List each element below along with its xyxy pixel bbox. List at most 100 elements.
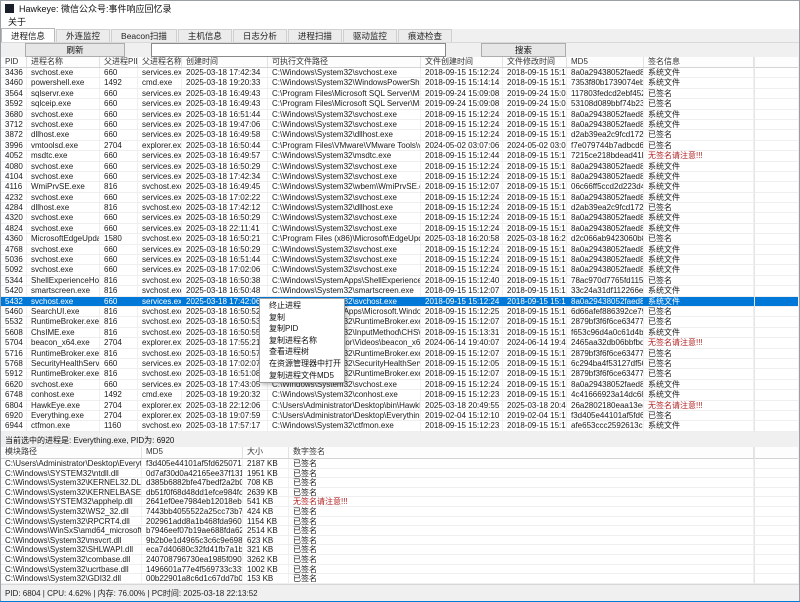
module-cell-sig: 已签名 [289,574,754,583]
table-row[interactable]: 5420smartscreen.exe816svchost.exe2025-03… [1,286,798,296]
cell-path: C:\Program Files (x86)\Microsoft\EdgeUpd… [268,234,421,243]
tab-4[interactable]: 主机信息 [178,29,232,42]
table-row[interactable]: 6748conhost.exe1492cmd.exe2025-03-18 19:… [1,390,798,400]
module-row[interactable]: C:\Windows\WinSxS\amd64_microsoft.window… [1,526,798,536]
table-row[interactable]: 5344ShellExperienceHost.e...816svchost.e… [1,276,798,286]
cell-sig: 已签名 [644,411,754,420]
table-row[interactable]: 6620svchost.exe660services.exe2025-03-18… [1,380,798,390]
table-row[interactable]: 4052msdtc.exe660services.exe2025-03-18 1… [1,151,798,161]
table-row[interactable]: 5608ChsIME.exe816svchost.exe2025-03-18 1… [1,328,798,338]
module-row[interactable]: C:\Windows\System32\msvcrt.dll9b2b0e1d49… [1,536,798,546]
search-button[interactable]: 搜索 [481,43,566,57]
context-menu-item[interactable]: 在资源管理器中打开 [260,358,344,370]
column-header[interactable]: 签名信息 [644,57,754,67]
module-cell-path: C:\Windows\System32\KERNELBASE.dll [1,488,142,497]
module-cell-path: C:\Windows\System32\GDI32.dll [1,574,142,583]
cell-file_created: 2018-09-15 15:12:24 [421,213,503,222]
table-row[interactable]: 5912RuntimeBroker.exe816svchost.exe2025-… [1,369,798,379]
table-row[interactable]: 5036svchost.exe660services.exe2025-03-18… [1,255,798,265]
table-row[interactable]: 4824svchost.exe660services.exe2025-03-18… [1,224,798,234]
table-row[interactable]: 6804HawkEye.exe2704explorer.exe2025-03-1… [1,401,798,411]
tab-6[interactable]: 进程扫描 [288,29,342,42]
cell-pid: 3712 [1,120,27,129]
module-row[interactable]: C:\Windows\System32\combase.dll240708796… [1,555,798,565]
tab-2[interactable]: 外连监控 [56,29,110,42]
table-row[interactable]: 3872dllhost.exe660services.exe2025-03-18… [1,130,798,140]
module-row[interactable]: C:\Windows\System32\GDI32.dll00b22901a8c… [1,574,798,584]
tab-1[interactable]: 进程信息 [1,28,55,42]
table-row[interactable]: 4284dllhost.exe816svchost.exe2025-03-18 … [1,203,798,213]
table-row[interactable]: 5704beacon_x64.exe2704explorer.exe2025-0… [1,338,798,348]
module-row[interactable]: C:\Windows\SYSTEM32\apphelp.dll2641ef0ee… [1,497,798,507]
column-header[interactable]: 文件修改时间 [503,57,567,67]
table-row[interactable]: 4320svchost.exe660services.exe2025-03-18… [1,213,798,223]
process-table: PID进程名称父进程PID父进程名称创建时间可执行文件路径文件创建时间文件修改时… [1,57,798,432]
cell-pname: svchost.exe [138,421,182,430]
table-row[interactable]: 5092svchost.exe660services.exe2025-03-18… [1,265,798,275]
process-context-menu: 终止进程复制复制PID复制进程名称查看进程树在资源管理器中打开复制进程文件MD5 [259,298,345,383]
column-header[interactable]: MD5 [567,57,644,67]
cell-sig: 系统文件 [644,245,754,254]
module-row[interactable]: C:\Windows\System32\KERNELBASE.dlldb51f0… [1,488,798,498]
module-cell-path: C:\Windows\System32\KERNEL32.DLL [1,478,142,487]
module-row[interactable]: C:\Windows\SYSTEM32\ntdll.dll0d7af30d0a4… [1,469,798,479]
module-column-header[interactable]: MD5 [142,447,243,458]
table-row[interactable]: 3592sqlceip.exe660services.exe2025-03-18… [1,99,798,109]
module-row[interactable]: C:\Windows\System32\SHLWAPI.dlleca7d4068… [1,545,798,555]
tab-7[interactable]: 驱动监控 [343,29,397,42]
cell-file_created: 2018-09-15 15:12:24 [421,162,503,171]
cell-file_created: 2018-09-15 15:12:24 [421,203,503,212]
column-header[interactable]: PID [1,57,27,67]
table-row[interactable]: 5460SearchUI.exe816svchost.exe2025-03-18… [1,307,798,317]
context-menu-item[interactable]: 复制进程名称 [260,335,344,347]
table-row[interactable]: 6944ctfmon.exe1160svchost.exe2025-03-18 … [1,421,798,431]
table-row[interactable]: 6920Everything.exe2704explorer.exe2025-0… [1,411,798,421]
cell-ppid: 660 [100,359,138,368]
table-row[interactable]: 3712svchost.exe660services.exe2025-03-18… [1,120,798,130]
tab-8[interactable]: 痕迹检查 [398,29,452,42]
table-row[interactable]: 3564sqlservr.exe660services.exe2025-03-1… [1,89,798,99]
module-column-header[interactable]: 模块路径 [1,447,142,458]
column-header[interactable]: 父进程名称 [138,57,182,67]
module-row[interactable]: C:\Windows\System32\WS2_32.dll7443bb4055… [1,507,798,517]
context-menu-item[interactable]: 查看进程树 [260,346,344,358]
tab-5[interactable]: 日志分析 [233,29,287,42]
cell-md5: 78ac970d7765fd1158... [567,276,644,285]
cell-md5: 2879bf3f6f6ce634771... [567,369,644,378]
module-column-header[interactable]: 大小 [243,447,289,458]
module-row[interactable]: C:\Windows\System32\ucrtbase.dll1496601a… [1,565,798,575]
table-row[interactable]: 4360MicrosoftEdgeUpdate...1580svchost.ex… [1,234,798,244]
column-header[interactable]: 父进程PID [100,57,138,67]
table-row[interactable]: 5768SecurityHealthServic...660services.e… [1,359,798,369]
module-column-header[interactable]: 数字签名 [289,447,754,458]
cell-created: 2025-03-18 16:49:45 [182,182,268,191]
tab-3[interactable]: Beacon扫描 [111,29,177,42]
context-menu-item[interactable]: 复制 [260,312,344,324]
table-row[interactable]: 4232svchost.exe660services.exe2025-03-18… [1,193,798,203]
column-header[interactable]: 进程名称 [27,57,100,67]
cell-created: 2025-03-18 16:50:53 [182,317,268,326]
table-row[interactable]: 5432svchost.exe660services.exe2025-03-18… [1,297,798,307]
context-menu-item[interactable]: 复制PID [260,323,344,335]
table-row[interactable]: 4080svchost.exe660services.exe2025-03-18… [1,162,798,172]
table-row[interactable]: 4768svchost.exe660services.exe2025-03-18… [1,245,798,255]
module-row[interactable]: C:\Windows\System32\KERNEL32.DLLd385b688… [1,478,798,488]
table-row[interactable]: 3436svchost.exe660services.exe2025-03-18… [1,68,798,78]
table-row[interactable]: 5716RuntimeBroker.exe816svchost.exe2025-… [1,349,798,359]
table-row[interactable]: 3680svchost.exe660services.exe2025-03-18… [1,110,798,120]
table-row[interactable]: 4104svchost.exe660services.exe2025-03-18… [1,172,798,182]
table-row[interactable]: 5532RuntimeBroker.exe816svchost.exe2025-… [1,317,798,327]
context-menu-item[interactable]: 终止进程 [260,300,344,312]
refresh-button[interactable]: 刷新 [25,43,125,57]
table-row[interactable]: 3996vmtoolsd.exe2704explorer.exe2025-03-… [1,141,798,151]
tab-bar: 进程信息外连监控Beacon扫描主机信息日志分析进程扫描驱动监控痕迹检查 [1,29,799,43]
table-row[interactable]: 4116WmiPrvSE.exe816svchost.exe2025-03-18… [1,182,798,192]
context-menu-item[interactable]: 复制进程文件MD5 [260,370,344,382]
module-row[interactable]: C:\Windows\System32\RPCRT4.dll202961add8… [1,517,798,527]
search-input[interactable] [151,43,446,57]
column-header[interactable]: 文件创建时间 [421,57,503,67]
module-row[interactable]: C:\Users\Administrator\Desktop\Everythin… [1,459,798,469]
column-header[interactable]: 创建时间 [182,57,268,67]
column-header[interactable]: 可执行文件路径 [268,57,421,67]
table-row[interactable]: 3460powershell.exe1492cmd.exe2025-03-18 … [1,78,798,88]
